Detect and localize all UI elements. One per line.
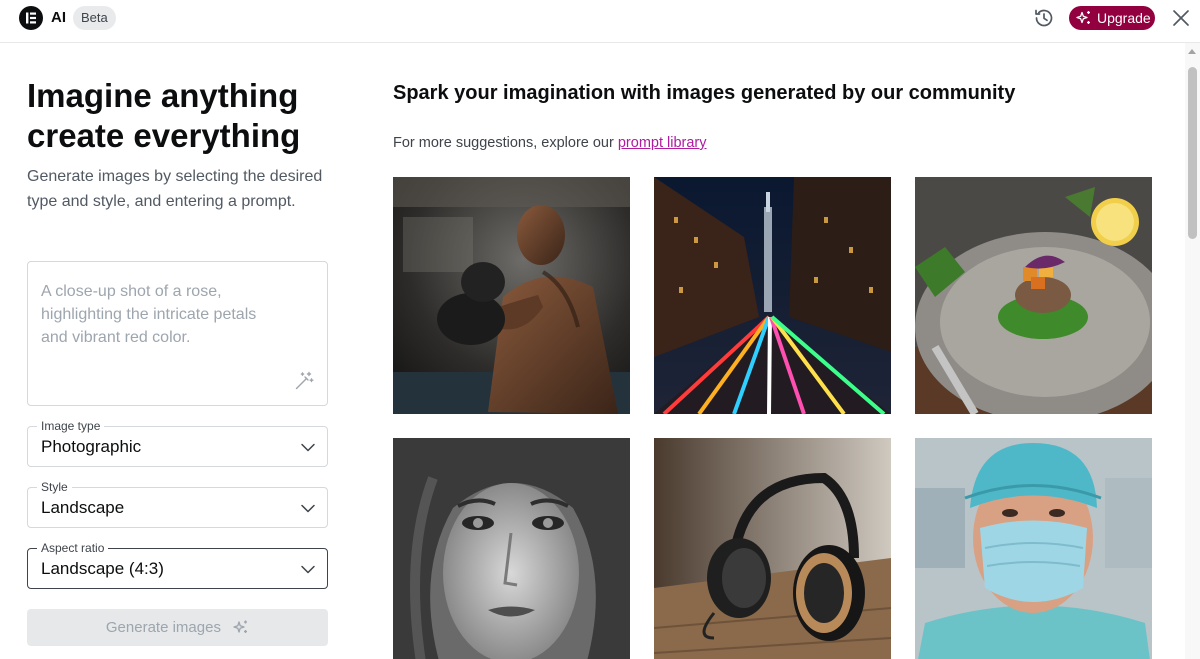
history-icon xyxy=(1035,9,1053,27)
surgeon-portrait-image[interactable] xyxy=(915,438,1152,659)
upgrade-button[interactable]: Upgrade xyxy=(1069,6,1155,30)
history-button[interactable] xyxy=(1032,6,1056,30)
chevron-down-icon xyxy=(301,504,315,513)
sparkles-icon xyxy=(233,620,248,633)
page-scrollbar[interactable] xyxy=(1185,43,1200,659)
style-label: Style xyxy=(37,480,72,494)
style-value: Landscape xyxy=(41,498,125,517)
prompt-field xyxy=(27,261,328,406)
upgrade-label: Upgrade xyxy=(1097,10,1151,26)
close-icon xyxy=(1173,10,1189,26)
app-name: AI xyxy=(51,9,66,26)
top-bar: AI Beta Upgrade xyxy=(0,0,1200,43)
gallery-title: Spark your imagination with images gener… xyxy=(393,82,1016,104)
headline-line-1: Imagine anything xyxy=(27,77,299,114)
generate-images-button[interactable]: Generate images xyxy=(27,609,328,646)
suggestions-label: For more suggestions, explore our xyxy=(393,135,618,151)
woman-portrait-image[interactable] xyxy=(393,438,630,659)
headphones-image[interactable] xyxy=(654,438,891,659)
plated-food-image[interactable] xyxy=(915,177,1152,414)
prompt-library-link[interactable]: prompt library xyxy=(618,135,707,151)
aspect-ratio-label: Aspect ratio xyxy=(37,541,109,555)
chevron-down-icon xyxy=(301,565,315,574)
style-select[interactable]: Style Landscape xyxy=(27,480,328,528)
prompt-input[interactable] xyxy=(28,262,327,405)
suggestions-text: For more suggestions, explore our prompt… xyxy=(393,134,707,152)
chevron-down-icon xyxy=(301,443,315,452)
elementor-logo-icon xyxy=(19,6,43,30)
scrollbar-thumb[interactable] xyxy=(1188,67,1197,239)
image-type-label: Image type xyxy=(37,419,105,433)
magic-wand-icon xyxy=(295,371,314,390)
headline-line-2: create everything xyxy=(27,117,301,154)
enhance-prompt-button[interactable] xyxy=(294,371,314,391)
close-button[interactable] xyxy=(1170,7,1192,29)
image-type-value: Photographic xyxy=(41,437,142,456)
city-street-light-trails-image[interactable] xyxy=(654,177,891,414)
aspect-ratio-value: Landscape (4:3) xyxy=(41,559,164,578)
sparkles-icon xyxy=(1076,11,1090,24)
beta-badge: Beta xyxy=(73,6,116,30)
page-description: Generate images by selecting the desired… xyxy=(27,168,323,210)
boxer-image[interactable] xyxy=(393,177,630,414)
page-title: Imagine anything create everything xyxy=(27,76,347,156)
generate-images-label: Generate images xyxy=(105,619,221,636)
image-type-select[interactable]: Image type Photographic xyxy=(27,419,328,467)
scroll-up-icon[interactable] xyxy=(1188,49,1196,54)
aspect-ratio-select[interactable]: Aspect ratio Landscape (4:3) xyxy=(27,541,328,589)
